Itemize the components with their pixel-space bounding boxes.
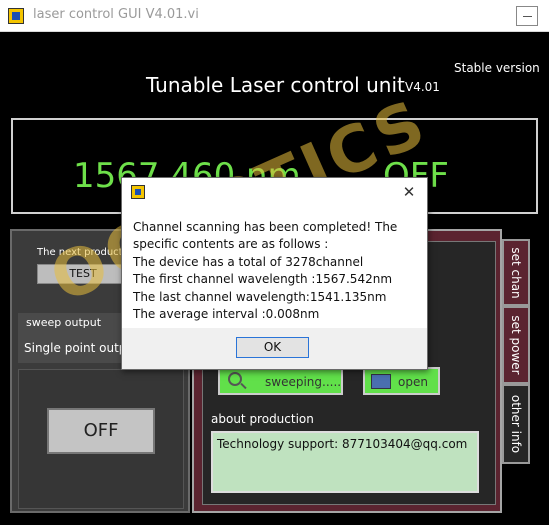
- off-button[interactable]: OFF: [47, 408, 155, 454]
- open-button[interactable]: open: [363, 367, 440, 395]
- output-control-area: OFF: [18, 369, 184, 509]
- window-title: laser control GUI V4.01.vi: [33, 7, 199, 22]
- window-titlebar: laser control GUI V4.01.vi: [0, 0, 549, 32]
- tab-set-power[interactable]: set power: [502, 306, 530, 384]
- dialog-line: The last channel wavelength:1541.135nm: [133, 290, 387, 304]
- tab-other-info[interactable]: other info: [502, 384, 530, 464]
- tab-set-chan-label: set chan: [509, 246, 523, 299]
- test-button[interactable]: TEST: [37, 264, 129, 284]
- magnifier-icon: [228, 372, 242, 386]
- sweeping-button-label: sweeping.....: [265, 375, 342, 389]
- tab-set-chan[interactable]: set chan: [502, 239, 530, 306]
- labview-icon: [131, 185, 145, 199]
- next-product-label: The next product:: [37, 247, 126, 258]
- tab-other-info-label: other info: [509, 394, 523, 454]
- tab-sweep-output[interactable]: sweep output: [18, 313, 128, 335]
- dialog-line: The device has a total of 3278channel: [133, 255, 364, 269]
- folder-icon: [371, 374, 391, 389]
- dialog-line: The first channel wavelength :1567.542nm: [133, 272, 393, 286]
- version-label: V4.01: [405, 80, 440, 94]
- support-info-box: Technology support: 877103404@qq.com: [211, 431, 479, 493]
- close-icon[interactable]: ✕: [398, 182, 420, 202]
- scan-complete-dialog: ✕ Channel scanning has been completed! T…: [121, 177, 428, 370]
- stable-version-label: Stable version: [454, 61, 540, 75]
- about-production-label: about production: [211, 412, 314, 426]
- dialog-message: Channel scanning has been completed! The…: [122, 205, 427, 335]
- dialog-line: Channel scanning has been completed! The: [133, 220, 398, 234]
- sweeping-button[interactable]: sweeping.....: [218, 367, 343, 395]
- open-button-label: open: [398, 375, 428, 389]
- page-title: Tunable Laser control unit: [146, 73, 405, 97]
- ok-button[interactable]: OK: [236, 337, 309, 358]
- dialog-line: specific contents are as follows :: [133, 237, 329, 251]
- dialog-footer: OK: [122, 328, 427, 369]
- dialog-titlebar: ✕: [122, 178, 427, 205]
- dialog-line: The average interval :0.008nm: [133, 307, 320, 321]
- tab-set-power-label: set power: [509, 315, 523, 375]
- labview-icon: [8, 8, 24, 24]
- minimize-button[interactable]: [516, 6, 538, 26]
